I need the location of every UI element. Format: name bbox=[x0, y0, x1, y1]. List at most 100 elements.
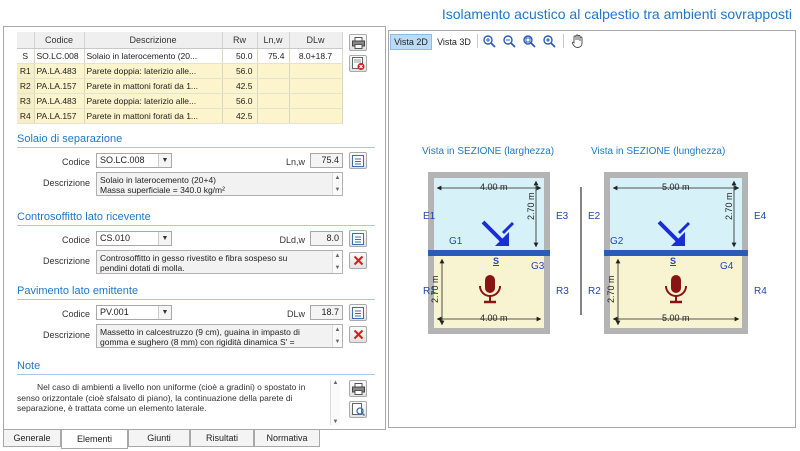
solaio-value-label: Ln,w bbox=[285, 157, 305, 167]
slab-label-s: S bbox=[493, 256, 500, 266]
divider bbox=[17, 147, 375, 148]
chevron-down-icon[interactable]: ▼ bbox=[158, 232, 171, 245]
cell-lnw bbox=[257, 78, 290, 94]
table-row[interactable]: R2 PA.LA.157 Parete in mattoni forati da… bbox=[17, 78, 343, 94]
controsoffitto-edit-button[interactable] bbox=[349, 230, 367, 247]
print-icon bbox=[351, 382, 365, 395]
cell-lnw bbox=[257, 63, 290, 79]
solaio-desc-line-2: Massa superficiale = 340.0 kg/m² bbox=[100, 185, 225, 195]
flank-label-e4: E4 bbox=[754, 211, 767, 222]
note-preview-button[interactable] bbox=[349, 401, 367, 418]
section-diagrams bbox=[428, 172, 748, 334]
flank-label-r4: R4 bbox=[754, 286, 767, 297]
print-button[interactable] bbox=[349, 34, 367, 51]
width-bottom-dimension: 4.00 m bbox=[480, 313, 508, 323]
cell-desc: Parete in mattoni forati da 1... bbox=[84, 108, 223, 124]
cell-lnw bbox=[257, 108, 290, 124]
pavimento-code-value: PV.001 bbox=[100, 307, 129, 317]
pan-button[interactable] bbox=[569, 33, 585, 49]
pavimento-dlw-value: 18.7 bbox=[310, 305, 343, 320]
tab-generale[interactable]: Generale bbox=[3, 430, 61, 447]
controsoffitto-remove-button[interactable] bbox=[349, 252, 367, 269]
chevron-down-icon[interactable]: ▼ bbox=[158, 306, 171, 319]
table-row[interactable]: R4 PA.LA.157 Parete in mattoni forati da… bbox=[17, 108, 343, 124]
tab-normativa[interactable]: Normativa bbox=[254, 430, 320, 447]
zoom-fit-icon bbox=[522, 34, 536, 48]
controsoffitto-code-select[interactable]: CS.010 ▼ bbox=[96, 231, 172, 246]
joint-label-g4: G4 bbox=[720, 261, 734, 272]
pavimento-desc-line-2: gomma e sughero (8 mm) con rigidità dina… bbox=[100, 337, 295, 347]
cell-desc: Solaio in laterocemento (20... bbox=[84, 48, 223, 64]
divider bbox=[17, 225, 375, 226]
print-icon bbox=[351, 36, 365, 49]
controsoffitto-desc-line-2: pendini dotati di molla. bbox=[100, 263, 185, 273]
column-header-rw[interactable]: Rw bbox=[222, 32, 258, 49]
solaio-description[interactable]: Solaio in laterocemento (20+4) Massa sup… bbox=[96, 172, 343, 196]
cell-key: R4 bbox=[17, 108, 35, 124]
pavimento-section-title: Pavimento lato emittente bbox=[17, 285, 139, 297]
delete-element-button[interactable] bbox=[349, 55, 367, 72]
zoom-in-button[interactable] bbox=[481, 33, 497, 49]
pavimento-code-select[interactable]: PV.001 ▼ bbox=[96, 305, 172, 320]
solaio-desc-line-1: Solaio in laterocemento (20+4) bbox=[100, 175, 216, 185]
solaio-code-select[interactable]: SO.LC.008 ▼ bbox=[96, 153, 172, 168]
section-label-length: Vista in SEZIONE (lunghezza) bbox=[591, 146, 726, 157]
flank-label-e1: E1 bbox=[423, 211, 436, 222]
tab-elementi[interactable]: Elementi bbox=[61, 430, 128, 449]
controsoffitto-description[interactable]: Controsoffitto in gesso rivestito e fibr… bbox=[96, 250, 343, 274]
tab-giunti[interactable]: Giunti bbox=[128, 430, 190, 447]
flank-label-r1: R1 bbox=[423, 286, 436, 297]
zoom-fit-button[interactable] bbox=[521, 33, 537, 49]
pan-hand-icon bbox=[571, 34, 582, 48]
scrollbar[interactable]: ▲ ▼ bbox=[332, 325, 342, 347]
note-print-button[interactable] bbox=[349, 380, 367, 397]
scrollbar[interactable]: ▲ ▼ bbox=[332, 173, 342, 195]
pavimento-description[interactable]: Massetto in calcestruzzo (9 cm), guaina … bbox=[96, 324, 343, 348]
slab-label-s: S bbox=[670, 256, 677, 266]
calculator-icon bbox=[352, 154, 364, 167]
print-preview-icon bbox=[351, 403, 365, 416]
scrollbar[interactable]: ▲ ▼ bbox=[332, 251, 342, 273]
height-bottom-dimension: 2.70 m bbox=[606, 275, 616, 303]
tab-risultati[interactable]: Risultati bbox=[190, 430, 254, 447]
note-scrollbar[interactable]: ▲ ▼ bbox=[330, 380, 340, 425]
cell-lnw bbox=[257, 93, 290, 109]
note-section-title: Note bbox=[17, 360, 41, 372]
column-header-codice[interactable]: Codice bbox=[34, 32, 85, 49]
pavimento-remove-button[interactable] bbox=[349, 326, 367, 343]
controsoffitto-code-value: CS.010 bbox=[100, 233, 131, 243]
column-header-descrizione[interactable]: Descrizione bbox=[84, 32, 223, 49]
cell-dlw bbox=[289, 63, 343, 79]
zoom-window-button[interactable] bbox=[541, 33, 557, 49]
column-header-dlw[interactable]: DLw bbox=[289, 32, 343, 49]
flank-label-r2: R2 bbox=[588, 286, 601, 297]
pavimento-edit-button[interactable] bbox=[349, 304, 367, 321]
table-row[interactable]: R1 PA.LA.483 Parete doppia: laterizio al… bbox=[17, 63, 343, 79]
table-row[interactable]: R3 PA.LA.483 Parete doppia: laterizio al… bbox=[17, 93, 343, 109]
cell-desc: Parete in mattoni forati da 1... bbox=[84, 78, 223, 94]
joint-label-g2: G2 bbox=[610, 236, 624, 247]
zoom-out-button[interactable] bbox=[501, 33, 517, 49]
joint-label-g3: G3 bbox=[531, 261, 545, 272]
solaio-lnw-value: 75.4 bbox=[310, 153, 343, 168]
chevron-down-icon[interactable]: ▼ bbox=[158, 154, 171, 167]
solaio-desc-label: Descrizione bbox=[42, 178, 90, 188]
controsoffitto-dldw-value: 8.0 bbox=[310, 231, 343, 246]
length-top-dimension: 5.00 m bbox=[662, 182, 690, 192]
solaio-edit-button[interactable] bbox=[349, 152, 367, 169]
page-title: Isolamento acustico al calpestio tra amb… bbox=[441, 6, 792, 22]
tab-vista-2d[interactable]: Vista 2D bbox=[390, 34, 432, 50]
controsoffitto-value-label: DLd,w bbox=[279, 235, 305, 245]
cell-code: PA.LA.483 bbox=[34, 63, 85, 79]
calculator-icon bbox=[352, 306, 364, 319]
separating-slab bbox=[428, 250, 550, 256]
width-top-dimension: 4.00 m bbox=[480, 182, 508, 192]
column-header-lnw[interactable]: Ln,w bbox=[257, 32, 290, 49]
cell-rw: 42.5 bbox=[222, 108, 258, 124]
cell-rw: 42.5 bbox=[222, 78, 258, 94]
tab-vista-3d[interactable]: Vista 3D bbox=[434, 34, 474, 50]
column-header-key[interactable] bbox=[17, 32, 35, 49]
cell-dlw bbox=[289, 108, 343, 124]
solaio-section-title: Solaio di separazione bbox=[17, 133, 123, 145]
table-row[interactable]: S SO.LC.008 Solaio in laterocemento (20.… bbox=[17, 48, 343, 64]
